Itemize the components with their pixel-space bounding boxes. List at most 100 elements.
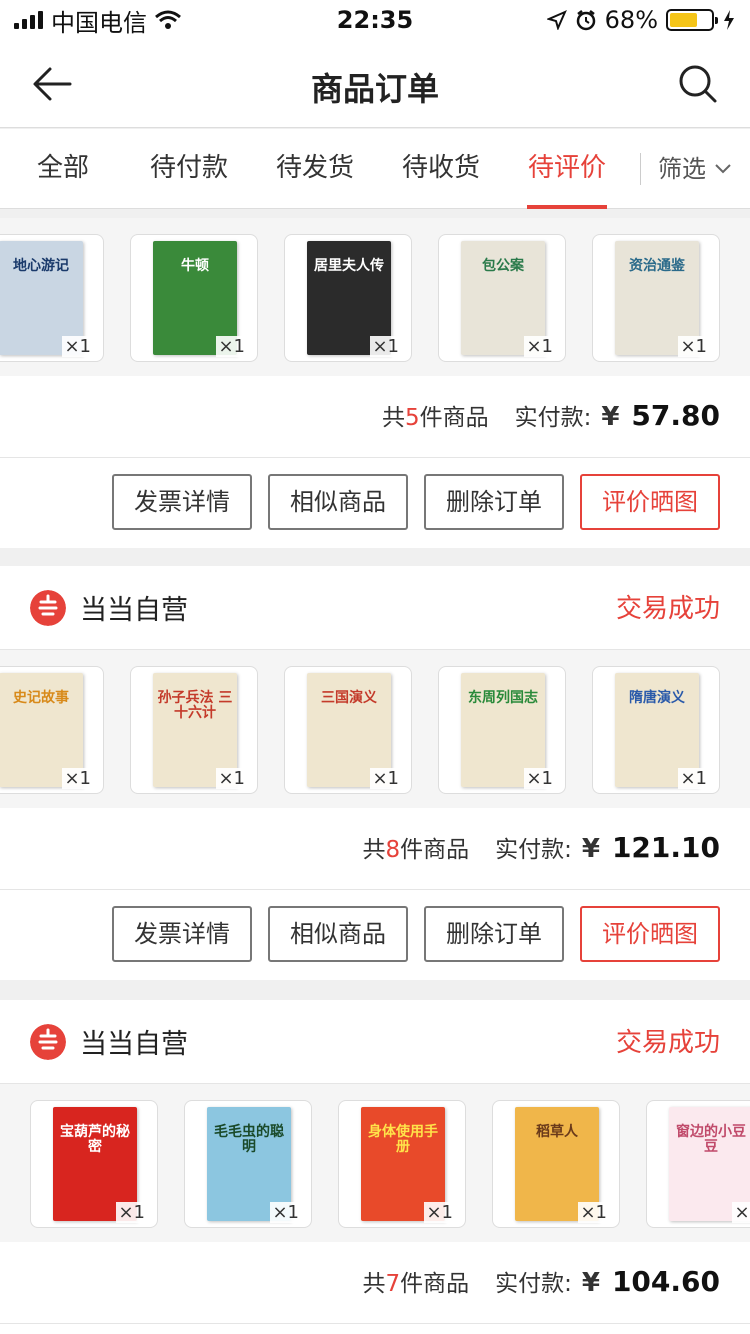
filter-label: 筛选 bbox=[658, 155, 706, 183]
book-title: 三国演义 bbox=[321, 690, 377, 706]
book-thumbnail[interactable]: 东周列国志 ×1 bbox=[438, 666, 566, 794]
tab-divider bbox=[640, 153, 641, 185]
alarm-icon bbox=[576, 10, 595, 31]
book-quantity: ×1 bbox=[524, 768, 555, 789]
tab-pending-payment[interactable]: 待付款 bbox=[138, 129, 240, 209]
dangdang-logo-icon bbox=[30, 1024, 66, 1060]
charging-icon bbox=[724, 10, 734, 30]
item-count: 5 bbox=[404, 405, 420, 431]
item-count: 7 bbox=[385, 1271, 401, 1297]
invoice-details-button[interactable]: 发票详情 bbox=[112, 906, 252, 962]
tab-pending-shipment[interactable]: 待发货 bbox=[264, 129, 366, 209]
book-thumbnail[interactable]: 三国演义 ×1 bbox=[284, 666, 412, 794]
book-thumbnail[interactable]: 稻草人 ×1 bbox=[492, 1100, 620, 1228]
review-button[interactable]: 评价晒图 bbox=[580, 474, 720, 530]
pay-label: 实付款: bbox=[514, 405, 592, 431]
search-icon[interactable] bbox=[678, 64, 718, 104]
book-quantity: ×1 bbox=[62, 336, 93, 357]
order-card: 地心游记 ×1 牛顿 ×1 居里夫人传 ×1 包公案 ×1 资治通鉴 ×1 共 … bbox=[0, 218, 750, 548]
book-quantity: ×1 bbox=[216, 768, 247, 789]
total-prefix: 共 bbox=[362, 837, 386, 863]
status-left: 中国电信 bbox=[14, 3, 181, 38]
battery-icon bbox=[666, 9, 718, 31]
book-thumbnail[interactable]: 地心游记 ×1 bbox=[0, 234, 104, 362]
book-quantity: ×1 bbox=[370, 336, 401, 357]
book-title: 居里夫人传 bbox=[314, 258, 384, 274]
book-title: 包公案 bbox=[482, 258, 524, 274]
order-total: 共 5 件商品 实付款: ¥ 57.80 bbox=[382, 398, 720, 432]
shop-name: 当当自营 bbox=[80, 595, 188, 626]
currency-symbol: ¥ bbox=[601, 402, 620, 432]
book-thumbnail[interactable]: 毛毛虫的聪明 ×1 bbox=[184, 1100, 312, 1228]
book-title: 史记故事 bbox=[13, 690, 69, 706]
shop-name: 当当自营 bbox=[80, 1029, 188, 1060]
currency-symbol: ¥ bbox=[581, 834, 600, 864]
total-suffix: 件商品 bbox=[400, 837, 470, 863]
book-title: 窗边的小豆豆 bbox=[676, 1124, 746, 1156]
book-quantity: ×1 bbox=[678, 336, 709, 357]
order-tabs: 全部 待付款 待发货 待收货 待评价 筛选 bbox=[0, 129, 750, 209]
order-actions: 发票详情 相似商品 删除订单 评价晒图 bbox=[0, 458, 750, 548]
review-button[interactable]: 评价晒图 bbox=[580, 906, 720, 962]
book-title: 资治通鉴 bbox=[629, 258, 685, 274]
order-total: 共 7 件商品 实付款: ¥ 104.60 bbox=[362, 1264, 720, 1298]
book-title: 孙子兵法 三十六计 bbox=[157, 690, 233, 722]
order-header[interactable]: 当当自营 交易成功 bbox=[0, 1000, 750, 1084]
book-quantity: ×1 bbox=[116, 1202, 147, 1223]
tab-pending-receipt[interactable]: 待收货 bbox=[390, 129, 492, 209]
battery-percent: 68% bbox=[604, 6, 658, 34]
book-title: 宝葫芦的秘密 bbox=[60, 1124, 130, 1156]
pay-label: 实付款: bbox=[495, 1271, 572, 1297]
nav-bar: 商品订单 bbox=[0, 40, 750, 128]
total-suffix: 件商品 bbox=[419, 405, 489, 431]
status-bar: 中国电信 22:35 68% bbox=[0, 0, 750, 40]
book-quantity: ×1 bbox=[524, 336, 555, 357]
signal-icon bbox=[14, 11, 43, 29]
order-total-row: 共 7 件商品 实付款: ¥ 104.60 bbox=[0, 1242, 750, 1324]
book-thumbnail[interactable]: 资治通鉴 ×1 bbox=[592, 234, 720, 362]
book-thumbnail[interactable]: 包公案 ×1 bbox=[438, 234, 566, 362]
invoice-details-button[interactable]: 发票详情 bbox=[112, 474, 252, 530]
book-strip[interactable]: 史记故事 ×1 孙子兵法 三十六计 ×1 三国演义 ×1 东周列国志 ×1 隋唐… bbox=[0, 650, 750, 808]
book-title: 稻草人 bbox=[536, 1124, 578, 1140]
similar-items-button[interactable]: 相似商品 bbox=[268, 906, 408, 962]
status-right: 68% bbox=[546, 6, 736, 34]
page-title: 商品订单 bbox=[310, 70, 439, 108]
book-thumbnail[interactable]: 身体使用手册 ×1 bbox=[338, 1100, 466, 1228]
book-thumbnail[interactable]: 隋唐演义 ×1 bbox=[592, 666, 720, 794]
currency-symbol: ¥ bbox=[581, 1268, 600, 1298]
book-thumbnail[interactable]: 孙子兵法 三十六计 ×1 bbox=[130, 666, 258, 794]
location-arrow-icon bbox=[546, 10, 567, 30]
book-title: 地心游记 bbox=[13, 258, 69, 274]
book-thumbnail[interactable]: 居里夫人传 ×1 bbox=[284, 234, 412, 362]
order-total: 共 8 件商品 实付款: ¥ 121.10 bbox=[362, 830, 720, 864]
total-prefix: 共 bbox=[381, 405, 405, 431]
wifi-icon bbox=[155, 10, 181, 29]
book-thumbnail[interactable]: 史记故事 ×1 bbox=[0, 666, 104, 794]
book-strip[interactable]: 地心游记 ×1 牛顿 ×1 居里夫人传 ×1 包公案 ×1 资治通鉴 ×1 bbox=[0, 218, 750, 376]
delete-order-button[interactable]: 删除订单 bbox=[424, 906, 564, 962]
order-card: 当当自营 交易成功 史记故事 ×1 孙子兵法 三十六计 ×1 三国演义 ×1 东… bbox=[0, 566, 750, 980]
book-quantity: ×1 bbox=[678, 768, 709, 789]
book-thumbnail[interactable]: 牛顿 ×1 bbox=[130, 234, 258, 362]
book-title: 毛毛虫的聪明 bbox=[214, 1124, 284, 1156]
book-quantity: ×1 bbox=[62, 768, 93, 789]
order-amount: 121.10 bbox=[611, 831, 720, 864]
order-status: 交易成功 bbox=[615, 594, 720, 624]
book-thumbnail[interactable]: 窗边的小豆豆 ×1 bbox=[646, 1100, 750, 1228]
order-actions: 发票详情 相似商品 删除订单 评价晒图 bbox=[0, 890, 750, 980]
book-quantity: ×1 bbox=[270, 1202, 301, 1223]
tab-pending-review[interactable]: 待评价 bbox=[527, 129, 607, 209]
book-title: 牛顿 bbox=[181, 258, 209, 274]
order-status: 交易成功 bbox=[615, 1028, 720, 1058]
book-quantity: ×1 bbox=[216, 336, 247, 357]
tab-all[interactable]: 全部 bbox=[24, 129, 102, 209]
filter-button[interactable]: 筛选 bbox=[658, 129, 732, 209]
similar-items-button[interactable]: 相似商品 bbox=[268, 474, 408, 530]
delete-order-button[interactable]: 删除订单 bbox=[424, 474, 564, 530]
order-header[interactable]: 当当自营 交易成功 bbox=[0, 566, 750, 650]
dangdang-logo-icon bbox=[30, 590, 66, 626]
book-thumbnail[interactable]: 宝葫芦的秘密 ×1 bbox=[30, 1100, 158, 1228]
book-strip[interactable]: 宝葫芦的秘密 ×1 毛毛虫的聪明 ×1 身体使用手册 ×1 稻草人 ×1 窗边的… bbox=[0, 1084, 750, 1242]
chevron-down-icon bbox=[715, 164, 731, 174]
